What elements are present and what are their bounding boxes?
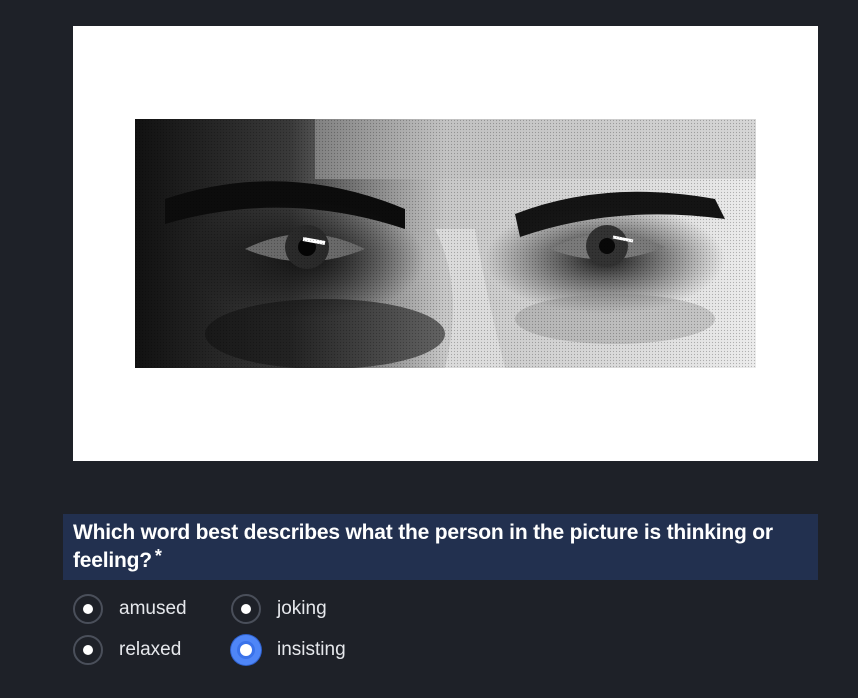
option-amused[interactable]: amused xyxy=(73,592,187,626)
option-label: insisting xyxy=(277,639,346,660)
required-marker: * xyxy=(154,546,162,566)
option-label: joking xyxy=(277,598,327,619)
radio-relaxed[interactable] xyxy=(73,635,103,665)
answer-options: amused joking relaxed insisting xyxy=(73,592,473,672)
radio-dot-icon xyxy=(83,604,93,614)
option-label: relaxed xyxy=(119,639,182,660)
eyes-photo xyxy=(135,119,756,368)
radio-joking[interactable] xyxy=(231,594,261,624)
option-insisting[interactable]: insisting xyxy=(231,633,346,667)
radio-dot-icon xyxy=(83,645,93,655)
option-label: amused xyxy=(119,598,187,619)
radio-dot-icon xyxy=(241,604,251,614)
radio-selected-dot-icon xyxy=(240,644,252,656)
radio-insisting[interactable] xyxy=(231,635,261,665)
question-text: Which word best describes what the perso… xyxy=(73,519,808,575)
image-frame xyxy=(73,26,818,461)
option-relaxed[interactable]: relaxed xyxy=(73,633,181,667)
radio-amused[interactable] xyxy=(73,594,103,624)
question-label: Which word best describes what the perso… xyxy=(73,521,773,572)
question-bar: Which word best describes what the perso… xyxy=(63,514,818,580)
option-joking[interactable]: joking xyxy=(231,592,327,626)
